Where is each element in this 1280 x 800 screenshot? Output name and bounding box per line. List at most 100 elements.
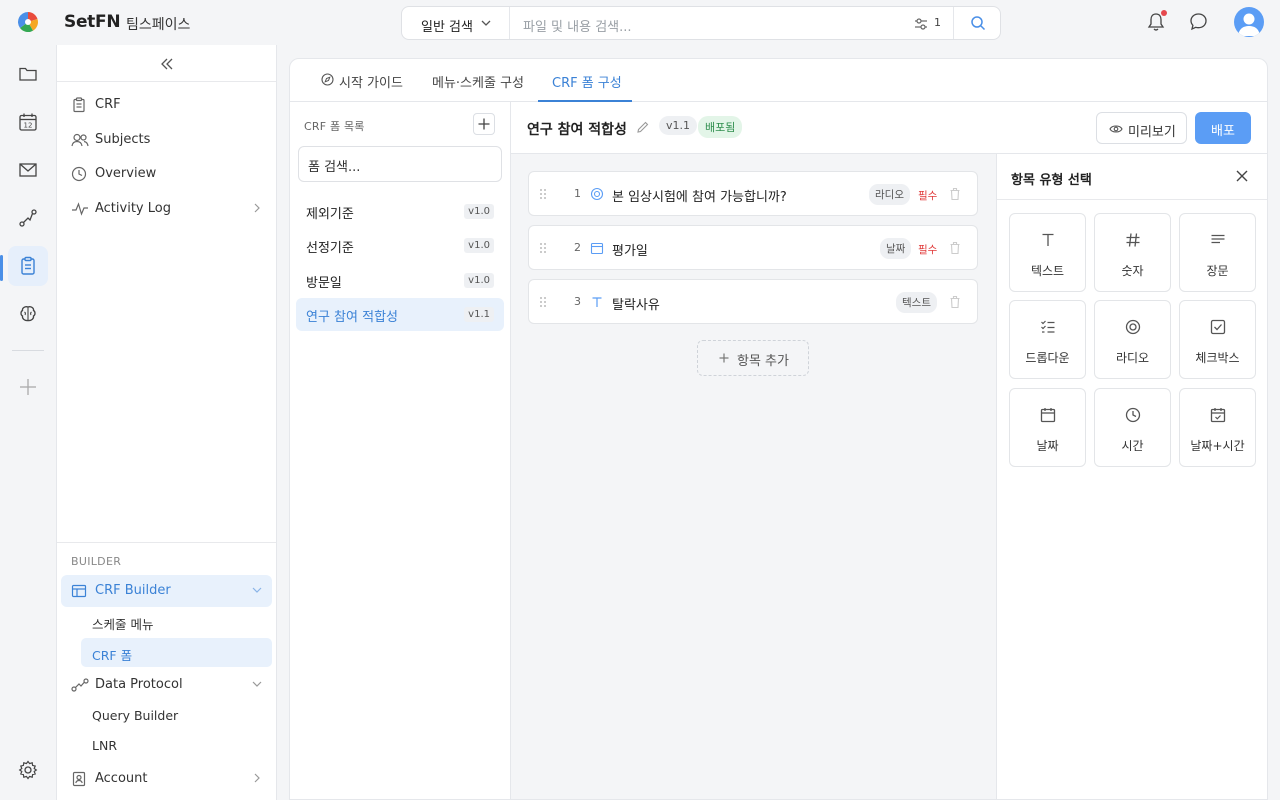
rail-ai-button[interactable] bbox=[8, 294, 48, 334]
form-list-item-active[interactable]: 연구 참여 적합성 v1.1 bbox=[296, 298, 504, 331]
rail-divider bbox=[12, 350, 44, 351]
sidebar-item-label: Overview bbox=[95, 166, 157, 181]
sidebar-item-data-protocol[interactable]: Data Protocol bbox=[61, 669, 272, 701]
search-input[interactable]: 파일 및 내용 검색... bbox=[523, 16, 632, 35]
tab-menu-schedule[interactable]: 메뉴·스케줄 구성 bbox=[432, 59, 532, 102]
close-icon[interactable] bbox=[1236, 170, 1248, 182]
add-field-button[interactable]: 항목 추가 bbox=[697, 340, 809, 376]
form-list-item[interactable]: 제외기준 v1.0 bbox=[296, 195, 504, 228]
workspace-name[interactable]: 팀스페이스 bbox=[126, 14, 190, 34]
rail-mail-button[interactable] bbox=[8, 150, 48, 190]
tab-label: CRF 폼 구성 bbox=[552, 76, 622, 91]
hash-icon bbox=[1126, 233, 1140, 247]
field-type-label: 날짜+시간 bbox=[1190, 439, 1245, 453]
filter-sliders-icon[interactable] bbox=[914, 17, 928, 31]
chevron-down-icon bbox=[252, 681, 262, 687]
version-badge: v1.0 bbox=[464, 238, 494, 253]
sidebar-subitem-label: LNR bbox=[92, 738, 117, 753]
field-type-datetime[interactable]: 날짜+시간 bbox=[1179, 388, 1256, 467]
sidebar-item-activity-log[interactable]: Activity Log bbox=[61, 193, 272, 225]
field-type-radio[interactable]: 라디오 bbox=[1094, 300, 1171, 379]
calendar-icon bbox=[1040, 408, 1056, 423]
rail-files-button[interactable] bbox=[8, 54, 48, 94]
top-bar: SetFN 팀스페이스 일반 검색 파일 및 내용 검색... 1 bbox=[0, 0, 1280, 45]
collapse-sidebar-icon[interactable] bbox=[160, 57, 174, 71]
tab-start-guide[interactable]: 시작 가이드 bbox=[321, 59, 434, 102]
route-icon bbox=[71, 678, 89, 692]
form-field-row[interactable]: 1 본 임상시험에 참여 가능합니까? 라디오 필수 bbox=[528, 171, 978, 216]
field-type-longtext[interactable]: 장문 bbox=[1179, 213, 1256, 292]
checkbox-icon bbox=[1210, 319, 1226, 335]
id-card-icon bbox=[72, 771, 86, 787]
sidebar-item-overview[interactable]: Overview bbox=[61, 158, 272, 190]
user-avatar[interactable] bbox=[1234, 7, 1264, 37]
pencil-icon[interactable] bbox=[636, 120, 650, 134]
field-type-time[interactable]: 시간 bbox=[1094, 388, 1171, 467]
rail-active-indicator bbox=[0, 255, 3, 281]
sidebar-subitem-crf-form[interactable]: CRF 폼 bbox=[81, 638, 272, 667]
trash-icon[interactable] bbox=[949, 187, 961, 201]
drag-handle-icon[interactable] bbox=[539, 242, 547, 254]
field-type-text[interactable]: 텍스트 bbox=[1009, 213, 1086, 292]
rail-calendar-button[interactable]: 12 bbox=[8, 102, 48, 142]
drag-handle-icon[interactable] bbox=[539, 188, 547, 200]
rail-crf-button[interactable] bbox=[8, 246, 48, 286]
sidebar-item-subjects[interactable]: Subjects bbox=[61, 124, 272, 156]
main-panel: 시작 가이드 메뉴·스케줄 구성 CRF 폼 구성 CRF 폼 목록 폼 검색.… bbox=[289, 58, 1268, 800]
preview-button[interactable]: 미리보기 bbox=[1096, 112, 1187, 144]
version-badge: v1.0 bbox=[464, 273, 494, 288]
add-form-button[interactable] bbox=[473, 113, 495, 135]
chevron-right-icon bbox=[254, 203, 260, 213]
field-type-date[interactable]: 날짜 bbox=[1009, 388, 1086, 467]
clock-icon bbox=[71, 166, 87, 182]
sidebar-item-label: Subjects bbox=[95, 132, 151, 147]
chat-icon[interactable] bbox=[1189, 12, 1208, 31]
sidebar-item-account[interactable]: Account bbox=[61, 763, 272, 795]
tab-crf-form[interactable]: CRF 폼 구성 bbox=[538, 59, 632, 102]
gear-icon bbox=[18, 760, 38, 780]
form-version-badge: v1.1 bbox=[659, 116, 698, 135]
field-number: 1 bbox=[574, 187, 581, 200]
preview-label: 미리보기 bbox=[1128, 125, 1176, 140]
app-logo-icon[interactable] bbox=[17, 11, 39, 33]
users-icon bbox=[71, 133, 89, 147]
trash-icon[interactable] bbox=[949, 241, 961, 255]
sidebar-subitem-query-builder[interactable]: Query Builder bbox=[81, 701, 272, 730]
calendar-icon bbox=[590, 242, 604, 255]
sidebar-item-crf-builder[interactable]: CRF Builder bbox=[61, 575, 272, 607]
field-type-label: 숫자 bbox=[1121, 264, 1144, 278]
form-name: 연구 참여 적합성 bbox=[306, 310, 398, 325]
form-search-input[interactable]: 폼 검색... bbox=[298, 146, 502, 182]
trash-icon[interactable] bbox=[949, 295, 961, 309]
sidebar-subitem-label: Query Builder bbox=[92, 708, 179, 723]
field-type-dropdown[interactable]: 드롭다운 bbox=[1009, 300, 1086, 379]
sidebar-item-label: CRF bbox=[95, 97, 121, 112]
field-type-label: 체크박스 bbox=[1195, 351, 1240, 365]
rail-add-button[interactable] bbox=[8, 367, 48, 407]
field-type-number[interactable]: 숫자 bbox=[1094, 213, 1171, 292]
field-type-checkbox[interactable]: 체크박스 bbox=[1179, 300, 1256, 379]
rail-settings-button[interactable] bbox=[8, 750, 48, 790]
plus-icon bbox=[478, 118, 490, 130]
chevron-down-icon bbox=[252, 587, 262, 593]
version-badge: v1.0 bbox=[464, 204, 494, 219]
builder-section-label: BUILDER bbox=[71, 555, 122, 568]
icon-rail: 12 bbox=[0, 45, 56, 800]
rail-flow-button[interactable] bbox=[8, 198, 48, 238]
sidebar-subitem-schedule-menu[interactable]: 스케줄 메뉴 bbox=[81, 607, 272, 636]
folder-icon bbox=[19, 67, 37, 81]
field-type-badge: 텍스트 bbox=[896, 292, 937, 313]
drag-handle-icon[interactable] bbox=[539, 296, 547, 308]
sidebar-item-label: Account bbox=[95, 771, 148, 786]
form-list-item[interactable]: 선정기준 v1.0 bbox=[296, 229, 504, 262]
form-field-row[interactable]: 2 평가일 날짜 필수 bbox=[528, 225, 978, 270]
form-canvas: 1 본 임상시험에 참여 가능합니까? 라디오 필수 2 평가일 날짜 필수 3… bbox=[511, 154, 996, 799]
form-field-row[interactable]: 3 탈락사유 텍스트 bbox=[528, 279, 978, 324]
form-list-item[interactable]: 방문일 v1.0 bbox=[296, 264, 504, 297]
search-button[interactable] bbox=[953, 7, 1001, 39]
sidebar-subitem-lnr[interactable]: LNR bbox=[81, 731, 272, 760]
table-icon bbox=[71, 584, 87, 598]
search-mode-select[interactable]: 일반 검색 bbox=[402, 7, 510, 39]
sidebar-item-crf[interactable]: CRF bbox=[61, 89, 272, 121]
deploy-button[interactable]: 배포 bbox=[1195, 112, 1251, 144]
